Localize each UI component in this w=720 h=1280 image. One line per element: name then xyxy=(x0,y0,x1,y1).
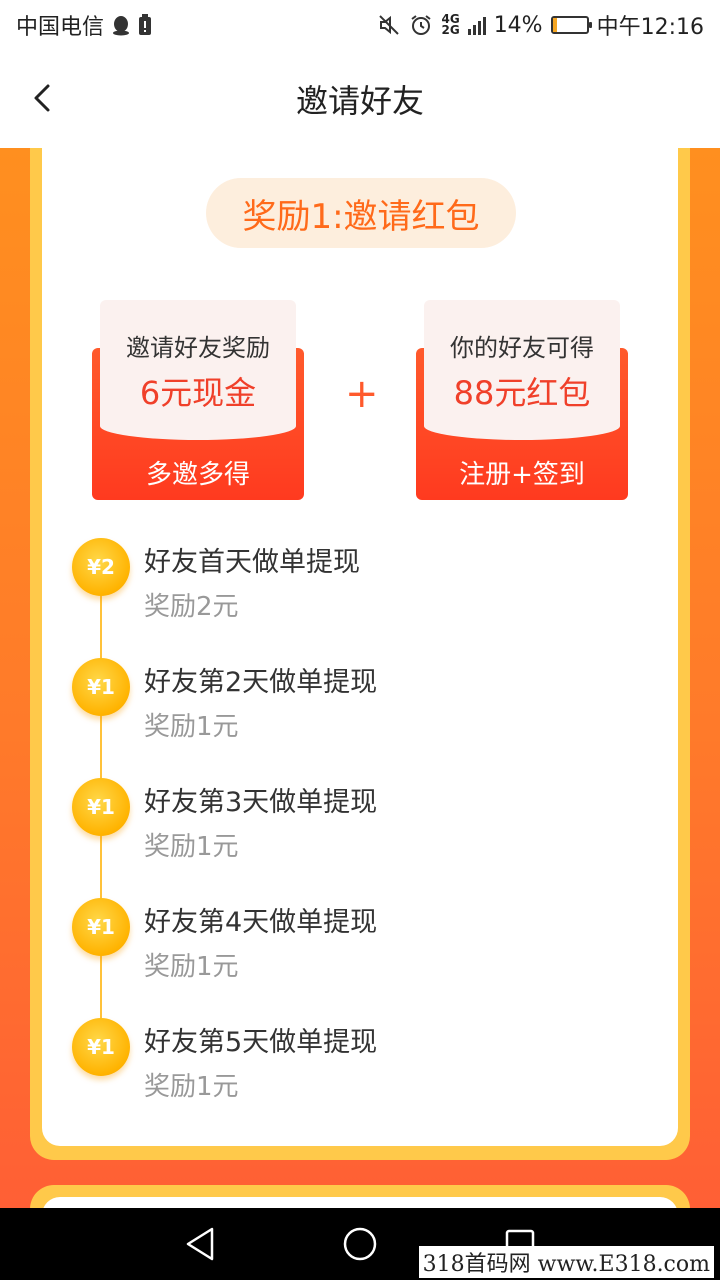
signal-bars-icon xyxy=(467,15,486,35)
plus-sign: + xyxy=(345,371,379,417)
page-title: 邀请好友 xyxy=(295,82,424,120)
coin-icon: ¥1 xyxy=(72,898,130,956)
watermark: 318首码网 www.E318.com xyxy=(418,1246,714,1278)
circle-home-icon xyxy=(343,1227,377,1261)
friend-reward-action: 注册+签到 xyxy=(459,460,585,490)
alarm-icon xyxy=(409,13,433,37)
battery-icon xyxy=(550,16,592,34)
chevron-left-icon xyxy=(34,84,50,112)
mute-icon xyxy=(377,13,401,37)
list-item: ¥2 好友首天做单提现 奖励2元 xyxy=(72,538,652,638)
step-reward: 奖励1元 xyxy=(144,1072,239,1102)
step-title: 好友第2天做单提现 xyxy=(144,667,378,698)
carrier-label: 中国电信 xyxy=(16,15,105,40)
inviter-reward-amount: 6元现金 xyxy=(139,374,257,412)
coin-icon: ¥1 xyxy=(72,778,130,836)
step-reward: 奖励2元 xyxy=(144,592,239,622)
list-item: ¥1 好友第4天做单提现 奖励1元 xyxy=(72,898,652,998)
battery-alert-icon xyxy=(138,14,152,36)
friend-reward-label: 你的好友可得 xyxy=(450,334,594,362)
inviter-reward-action: 多邀多得 xyxy=(145,460,250,490)
network-type-icon: 4G 2G xyxy=(441,13,460,37)
reward-card: 奖励1:邀请红包 邀请好友奖励 6元现金 多邀多得 + 你的好友可得 88元红包… xyxy=(42,148,678,1146)
system-back-button[interactable] xyxy=(180,1224,220,1264)
network-bottom: 2G xyxy=(441,23,460,37)
coin-icon: ¥2 xyxy=(72,538,130,596)
step-reward: 奖励1元 xyxy=(144,712,239,742)
step-reward: 奖励1元 xyxy=(144,832,239,862)
inviter-reward-label: 邀请好友奖励 xyxy=(126,334,270,362)
step-title: 好友首天做单提现 xyxy=(144,547,360,578)
coin-icon: ¥1 xyxy=(72,1018,130,1076)
envelope-flap: 你的好友可得 88元红包 xyxy=(424,300,620,440)
battery-percent: 14% xyxy=(493,12,543,38)
list-item: ¥1 好友第2天做单提现 奖励1元 xyxy=(72,658,652,758)
clock: 中午12:16 xyxy=(596,15,704,40)
friend-reward-envelope: 你的好友可得 88元红包 注册+签到 xyxy=(416,300,628,500)
step-reward: 奖励1元 xyxy=(144,952,239,982)
reward-card-frame: 奖励1:邀请红包 邀请好友奖励 6元现金 多邀多得 + 你的好友可得 88元红包… xyxy=(30,148,690,1160)
step-title: 好友第3天做单提现 xyxy=(144,787,378,818)
list-item: ¥1 好友第3天做单提现 奖励1元 xyxy=(72,778,652,878)
qq-icon xyxy=(110,14,132,36)
list-item: ¥1 好友第5天做单提现 奖励1元 xyxy=(72,1018,652,1118)
friend-reward-amount: 88元红包 xyxy=(453,374,591,412)
triangle-back-icon xyxy=(186,1227,214,1261)
nav-bar: 邀请好友 xyxy=(0,50,720,148)
inviter-reward-envelope: 邀请好友奖励 6元现金 多邀多得 xyxy=(92,300,304,500)
reward-title-pill: 奖励1:邀请红包 xyxy=(206,178,516,248)
step-title: 好友第5天做单提现 xyxy=(144,1027,378,1058)
coin-icon: ¥1 xyxy=(72,658,130,716)
system-home-button[interactable] xyxy=(340,1224,380,1264)
status-bar: 中国电信 4G 2G 14% 中午12:16 xyxy=(0,0,720,50)
back-button[interactable] xyxy=(22,78,62,118)
step-title: 好友第4天做单提现 xyxy=(144,907,378,938)
envelope-flap: 邀请好友奖励 6元现金 xyxy=(100,300,296,440)
